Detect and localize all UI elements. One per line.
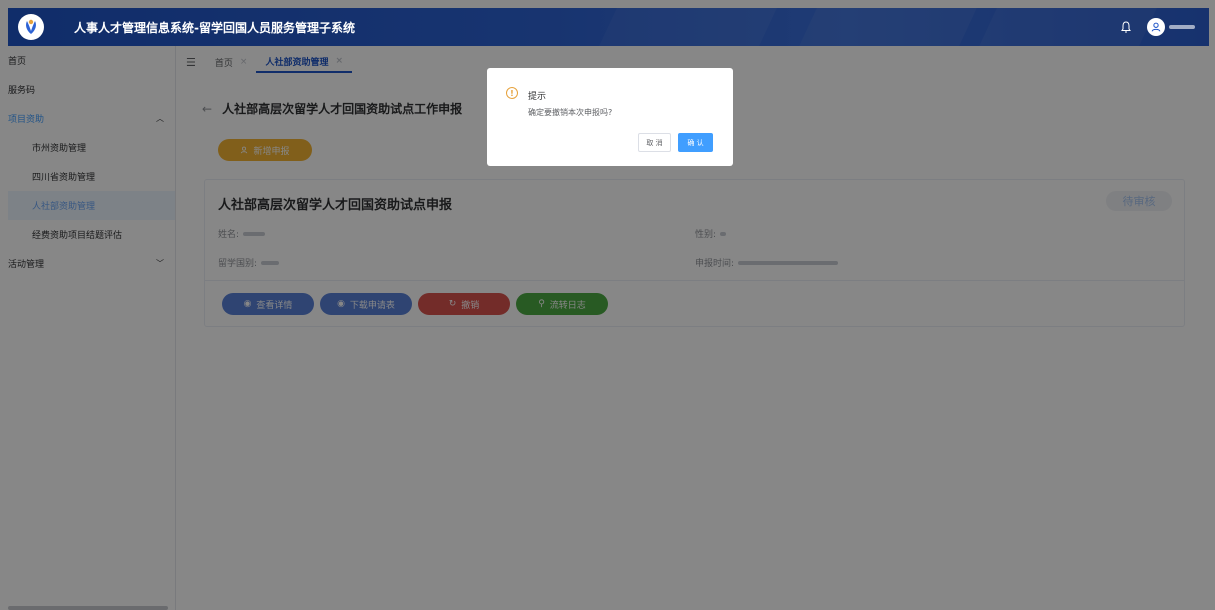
system-title: 人事人才管理信息系统-留学回国人员服务管理子系统 [74, 20, 355, 35]
username-redacted[interactable] [1169, 25, 1195, 29]
dialog-message: 确定要撤销本次申报吗? [528, 108, 613, 117]
warning-icon: ! [506, 87, 518, 99]
app-root: 人事人才管理信息系统-留学回国人员服务管理子系统 首页 服务码 项目资助 ︿ 市州… [0, 0, 1215, 610]
dialog-title: 提示 [528, 92, 547, 102]
logo-icon [18, 14, 44, 40]
bell-icon[interactable] [1119, 20, 1133, 34]
user-avatar-icon[interactable] [1147, 18, 1165, 36]
cancel-button[interactable]: 取 消 [638, 133, 671, 152]
confirm-dialog: ! 提示 确定要撤销本次申报吗? 取 消 确 认 [487, 68, 733, 166]
confirm-button[interactable]: 确 认 [678, 133, 713, 152]
